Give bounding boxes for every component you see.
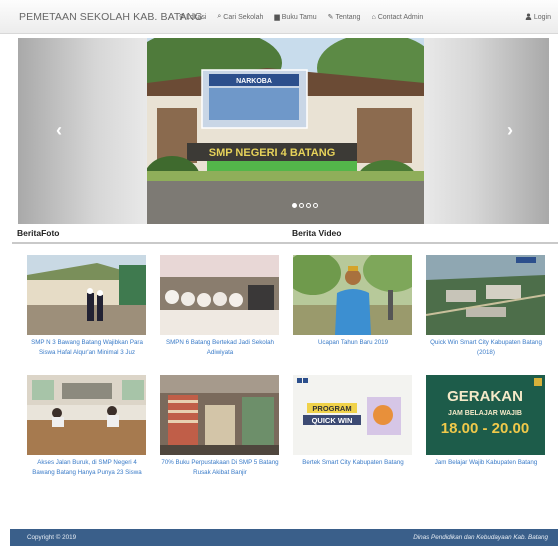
chevron-left-icon: ‹ <box>56 120 62 140</box>
news-caption-link[interactable]: Quick Win Smart City Kabupaten Batang (2… <box>426 338 546 357</box>
nav-item-contact-admin[interactable]: ⌂ Contact Admin <box>371 13 423 21</box>
nav-item-label: Tentang <box>335 13 361 21</box>
carousel-dot[interactable] <box>299 203 304 208</box>
video-overlay-text: QUICK WIN <box>312 416 353 425</box>
nav-item-label: Lokasi <box>186 13 207 21</box>
news-thumbnail[interactable] <box>160 375 279 455</box>
news-card[interactable]: SMP N 3 Bawang Batang Wajibkan Para Sisw… <box>27 255 147 357</box>
news-caption-link[interactable]: 70% Buku Perpustakaan Di SMP 5 Batang Ru… <box>160 458 280 477</box>
nav-item-buku-tamu[interactable]: ▆ Buku Tamu <box>274 13 317 22</box>
brand-title[interactable]: PEMETAAN SEKOLAH KAB. BATANG <box>19 11 203 23</box>
pencil-icon: ✎ <box>327 14 334 21</box>
copyright-text: Copyright © 2019 <box>27 534 77 541</box>
carousel-slide-image: NARKOBA SMP NEGERI 4 BATANG <box>147 38 425 224</box>
banner-text: NARKOBA <box>236 78 272 85</box>
login-link[interactable]: Login <box>525 13 551 22</box>
user-icon <box>525 13 532 22</box>
carousel-dot[interactable] <box>306 203 311 208</box>
nav-menu: ⚲ Lokasi ⌕ Cari Sekolah ▆ Buku Tamu ✎ Te… <box>179 13 423 21</box>
nav-item-label: Buku Tamu <box>281 13 317 21</box>
news-card[interactable]: Quick Win Smart City Kabupaten Batang (2… <box>426 255 546 357</box>
news-card[interactable]: Ucapan Tahun Baru 2019 <box>293 255 413 348</box>
news-caption-link[interactable]: SMP N 3 Bawang Batang Wajibkan Para Sisw… <box>27 338 147 357</box>
footer: Copyright © 2019 Dinas Pendidikan dan Ke… <box>10 529 558 546</box>
search-icon: ⌕ <box>217 13 222 20</box>
navbar: PEMETAAN SEKOLAH KAB. BATANG ⚲ Lokasi ⌕ … <box>0 0 558 34</box>
news-thumbnail[interactable] <box>293 255 412 335</box>
nav-item-label: Contact Admin <box>377 13 424 21</box>
news-thumbnail[interactable] <box>426 255 545 335</box>
video-overlay-text: PROGRAM <box>312 404 351 413</box>
video-caption-link[interactable]: Jam Belajar Wajib Kabupaten Batang <box>426 458 546 468</box>
video-thumbnail[interactable]: GERAKAN JAM BELAJAR WAJIB 18.00 - 20.00 <box>426 375 545 455</box>
news-caption-link[interactable]: SMPN 6 Batang Bertekad Jadi Sekolah Adiw… <box>160 338 280 357</box>
section-title-video-news[interactable]: Berita Video <box>292 228 341 238</box>
organization-text: Dinas Pendidikan dan Kebudayaan Kab. Bat… <box>413 534 548 541</box>
chevron-right-icon: › <box>507 120 513 140</box>
video-thumbnail[interactable]: PROGRAM QUICK WIN <box>293 375 412 455</box>
divider <box>12 242 558 244</box>
nav-item-cari-sekolah[interactable]: ⌕ Cari Sekolah <box>217 13 263 21</box>
video-card[interactable]: GERAKAN JAM BELAJAR WAJIB 18.00 - 20.00 … <box>426 375 546 468</box>
news-card[interactable]: 70% Buku Perpustakaan Di SMP 5 Batang Ru… <box>160 375 280 477</box>
news-carousel: ‹ NARKOBA SMP NEGERI 4 BATANG › <box>18 38 549 224</box>
news-caption-link[interactable]: Ucapan Tahun Baru 2019 <box>293 338 413 348</box>
book-icon: ▆ <box>274 14 280 21</box>
news-thumbnail[interactable] <box>27 255 146 335</box>
news-card[interactable]: SMPN 6 Batang Bertekad Jadi Sekolah Adiw… <box>160 255 280 357</box>
nav-item-label: Cari Sekolah <box>223 13 264 21</box>
home-icon: ⌂ <box>371 13 376 21</box>
nav-item-lokasi[interactable]: ⚲ Lokasi <box>179 13 207 22</box>
carousel-dot[interactable] <box>313 203 318 208</box>
login-label: Login <box>533 14 551 21</box>
section-title-photo-news[interactable]: BeritaFoto <box>17 228 60 238</box>
news-card[interactable]: Akses Jalan Buruk, di SMP Negeri 4 Bawan… <box>27 375 147 477</box>
video-card[interactable]: PROGRAM QUICK WIN Bertek Smart City Kabu… <box>293 375 413 468</box>
video-overlay-text: 18.00 - 20.00 <box>441 420 529 437</box>
video-overlay-text: GERAKAN <box>447 388 523 405</box>
news-thumbnail[interactable] <box>160 255 279 335</box>
carousel-prev-control[interactable]: ‹ <box>18 38 147 224</box>
carousel-indicators <box>292 203 318 208</box>
news-caption-link[interactable]: Akses Jalan Buruk, di SMP Negeri 4 Bawan… <box>27 458 147 477</box>
video-overlay-text: JAM BELAJAR WAJIB <box>448 410 522 417</box>
news-thumbnail[interactable] <box>27 375 146 455</box>
nav-item-tentang[interactable]: ✎ Tentang <box>327 13 361 22</box>
carousel-dot[interactable] <box>292 203 297 208</box>
video-caption-link[interactable]: Bertek Smart City Kabupaten Batang <box>293 458 413 468</box>
carousel-next-control[interactable]: › <box>424 38 549 224</box>
school-sign-text: SMP NEGERI 4 BATANG <box>209 147 336 159</box>
map-marker-icon: ⚲ <box>179 14 185 21</box>
